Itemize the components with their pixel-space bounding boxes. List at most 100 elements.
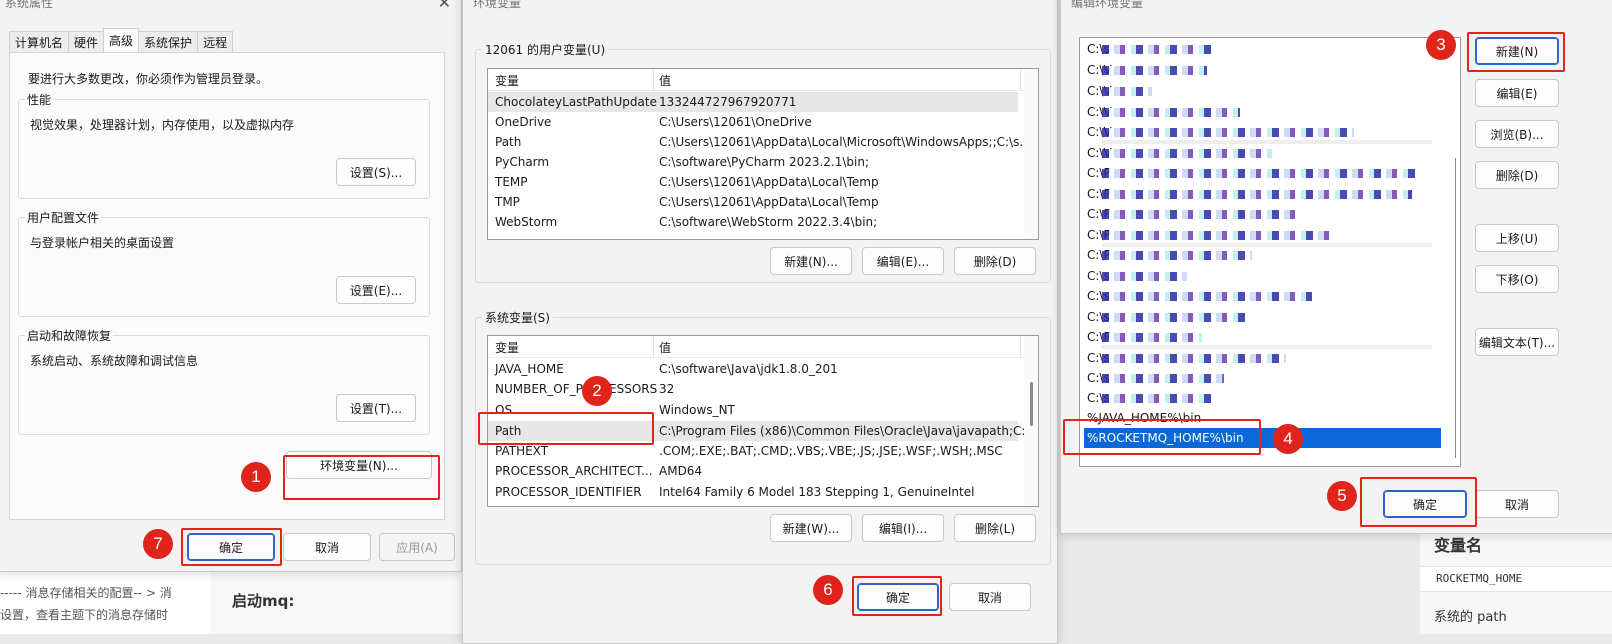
step-badge-5: 5 (1327, 481, 1357, 511)
startup-recovery-title: 启动和故障恢复 (25, 327, 114, 344)
list-item-java-home[interactable]: %JAVA_HOME%\bin (1080, 408, 1445, 428)
table-row[interactable]: TEMP C:\Users\12061\AppData\Local\Temp (488, 172, 1018, 192)
tab-system-protection[interactable]: 系统保护 (138, 31, 199, 53)
article-right-heading: 变量名 (1434, 536, 1483, 555)
table-row[interactable]: WebStorm C:\software\WebStorm 2022.3.4\bi… (488, 212, 1018, 232)
step-badge-7: 7 (143, 529, 173, 559)
list-item[interactable]: C:\P (1080, 327, 1445, 349)
tab-bar: 计算机名 硬件 高级 系统保护 远程 (9, 28, 234, 53)
article-text-1: ----- 消息存储相关的配置-- > 消 (0, 586, 172, 600)
admin-note: 要进行大多数更改，你必须作为管理员登录。 (28, 72, 269, 86)
list-item[interactable]: C:\V (1080, 60, 1445, 80)
path-entries-list: C:\s C:\V C:\V C:\V C:\V C:\V C:\P C:\P … (1079, 37, 1461, 467)
table-row[interactable]: ChocolateyLastPathUpdate 1332447279679207… (488, 92, 1018, 112)
window-title: 环境变量 (473, 0, 522, 10)
list-item[interactable]: C:\s (1080, 388, 1445, 408)
list-item[interactable]: C:\s (1080, 39, 1445, 59)
user-profile-desc: 与登录帐户相关的桌面设置 (30, 236, 175, 250)
list-item[interactable]: C:\P (1080, 204, 1445, 224)
table-row[interactable]: TMP C:\Users\12061\AppData\Local\Temp (488, 192, 1018, 212)
table-header: 变量 值 (488, 69, 1038, 91)
list-item[interactable]: C:\V (1080, 143, 1445, 163)
table-row[interactable]: PROCESSOR_ARCHITECT... AMD64 (488, 461, 1018, 481)
article-right-text: 系统的 path (1434, 610, 1507, 625)
table-row[interactable]: JAVA_HOME C:\software\Java\jdk1.8.0_201 (488, 359, 1018, 379)
cancel-button[interactable]: 取消 (1475, 490, 1559, 518)
step-badge-6: 6 (813, 575, 843, 605)
table-row[interactable]: PyCharm C:\software\PyCharm 2023.2.1\bin; (488, 152, 1018, 172)
ok-button[interactable]: 确定 (1383, 490, 1467, 518)
performance-settings-button[interactable]: 设置(S)... (336, 158, 416, 186)
environment-variables-button[interactable]: 环境变量(N)... (286, 451, 432, 479)
article-right-area: 变量名 ROCKETMQ_HOME 系统的 path (1420, 528, 1612, 634)
system-properties-window: 系统属性 ✕ 计算机名 硬件 高级 系统保护 远程 要进行大多数更改，你必须作为… (0, 0, 462, 572)
list-item[interactable]: C:\P (1080, 245, 1445, 265)
user-variables-group: 12061 的用户变量(U) 变量 值 ChocolateyLastPathUp… (475, 41, 1051, 283)
list-scrollbar[interactable] (1455, 158, 1456, 458)
move-up-button[interactable]: 上移(U) (1475, 224, 1559, 252)
edit-text-button[interactable]: 编辑文本(T)... (1475, 328, 1559, 356)
browse-button[interactable]: 浏览(B)... (1475, 120, 1559, 148)
delete-entry-button[interactable]: 删除(D) (1475, 161, 1559, 189)
ok-button[interactable]: 确定 (857, 583, 939, 611)
user-profile-group: 用户配置文件 与登录帐户相关的桌面设置 设置(E)... (18, 209, 430, 317)
tab-hardware[interactable]: 硬件 (68, 31, 105, 53)
table-header: 变量 值 (488, 336, 1038, 358)
user-profile-settings-button[interactable]: 设置(E)... (336, 276, 416, 304)
user-delete-button[interactable]: 删除(D) (954, 247, 1036, 275)
list-item[interactable]: C:\V (1080, 122, 1445, 144)
column-header-variable[interactable]: 变量 (495, 339, 519, 356)
table-row[interactable]: NUMBER_OF_PROCESSORS 32 (488, 379, 1018, 399)
article-text-2: 设置，查看主题下的消息存储时 (0, 608, 169, 622)
close-icon[interactable]: ✕ (438, 0, 451, 11)
list-item[interactable]: C:\V (1080, 102, 1445, 122)
tab-computer-name[interactable]: 计算机名 (9, 31, 70, 53)
edit-environment-variable-window: 编辑环境变量 C:\s C:\V C:\V C:\V C:\V C:\V C:\… (1060, 0, 1612, 534)
table-row[interactable]: OneDrive C:\Users\12061\OneDrive (488, 112, 1018, 132)
startup-settings-button[interactable]: 设置(T)... (336, 394, 416, 422)
user-edit-button[interactable]: 编辑(E)... (862, 247, 944, 275)
column-header-value[interactable]: 值 (659, 339, 671, 356)
startup-recovery-desc: 系统启动、系统故障和调试信息 (30, 354, 199, 368)
article-right-code: ROCKETMQ_HOME (1436, 572, 1523, 585)
user-new-button[interactable]: 新建(N)... (770, 247, 852, 275)
cancel-button[interactable]: 取消 (949, 583, 1031, 611)
edit-entry-button[interactable]: 编辑(E) (1475, 79, 1559, 107)
table-row[interactable]: PROCESSOR_IDENTIFIER Intel64 Family 6 Mod… (488, 482, 1018, 502)
table-row[interactable]: Path C:\Users\12061\AppData\Local\Microso… (488, 132, 1031, 152)
article-mid-area: 启动mq: (210, 570, 462, 634)
apply-button[interactable]: 应用(A) (379, 533, 455, 561)
move-down-button[interactable]: 下移(O) (1475, 265, 1559, 293)
list-item[interactable]: C:\s (1080, 368, 1445, 388)
step-badge-4: 4 (1273, 424, 1303, 454)
advanced-tab-pane: 要进行大多数更改，你必须作为管理员登录。 性能 视觉效果，处理器计划，内存使用，… (9, 52, 445, 520)
system-variables-table: 变量 值 JAVA_HOME C:\software\Java\jdk1.8.0_… (487, 335, 1039, 507)
cancel-button[interactable]: 取消 (283, 533, 371, 561)
user-table-scrollbar[interactable] (1024, 69, 1038, 239)
list-item[interactable]: C:\P (1080, 225, 1445, 247)
new-entry-button[interactable]: 新建(N) (1475, 37, 1559, 65)
list-item-rocketmq-home-selected[interactable]: %ROCKETMQ_HOME%\bin (1084, 428, 1441, 448)
column-header-value[interactable]: 值 (659, 72, 671, 89)
list-item[interactable]: C:\P (1080, 184, 1445, 204)
column-header-variable[interactable]: 变量 (495, 72, 519, 89)
tab-remote[interactable]: 远程 (197, 31, 234, 53)
system-delete-button[interactable]: 删除(L) (954, 514, 1036, 542)
ok-button[interactable]: 确定 (187, 533, 275, 561)
table-row[interactable]: OS Windows_NT (488, 400, 1018, 420)
scrollbar-thumb[interactable] (1030, 382, 1033, 426)
list-item[interactable]: C:\s (1080, 307, 1445, 327)
table-row-path-selected[interactable]: Path C:\Program Files (x86)\Common Files\… (488, 421, 1037, 441)
system-table-scrollbar[interactable] (1024, 336, 1038, 506)
tab-advanced[interactable]: 高级 (103, 28, 140, 52)
list-item[interactable]: C:\s (1080, 266, 1445, 286)
system-edit-button[interactable]: 编辑(I)... (862, 514, 944, 542)
performance-title: 性能 (25, 91, 54, 108)
system-new-button[interactable]: 新建(W)... (770, 514, 852, 542)
table-row[interactable]: PATHEXT .COM;.EXE;.BAT;.CMD;.VBS;.VBE;.JS… (488, 441, 1018, 461)
list-item[interactable]: C:\V (1080, 81, 1445, 101)
list-item[interactable]: C:\P (1080, 163, 1445, 183)
list-item[interactable]: C:\s (1080, 348, 1445, 368)
system-variables-title: 系统变量(S) (482, 309, 553, 326)
list-item[interactable]: C:\s (1080, 286, 1445, 306)
